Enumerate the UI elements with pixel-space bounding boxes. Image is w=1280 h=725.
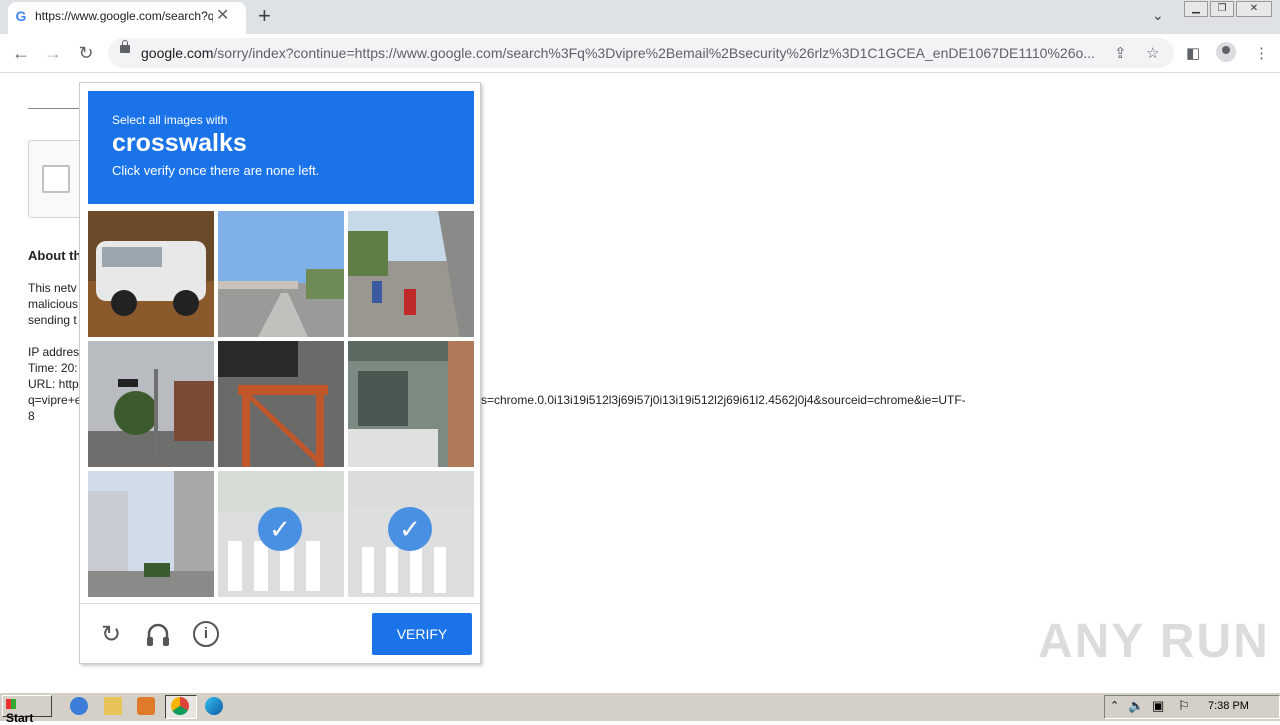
audio-headphones-icon[interactable]	[144, 621, 172, 649]
ie-icon[interactable]	[70, 697, 88, 715]
tab-title[interactable]: https://www.google.com/search?q=	[35, 9, 213, 23]
media-player-icon[interactable]	[137, 697, 155, 715]
anyrun-watermark: ANY RUN	[1038, 615, 1270, 668]
url-text[interactable]: google.com/sorry/index?continue=https://…	[141, 45, 1103, 61]
city-street-image	[88, 471, 214, 597]
captcha-tile-5[interactable]	[218, 341, 344, 467]
page-line: malicious	[28, 297, 79, 311]
headphones-shape	[147, 623, 169, 646]
tray-expand-icon[interactable]: ⌃	[1110, 699, 1119, 712]
tab-search-chevron-icon[interactable]: ⌄	[1152, 7, 1164, 24]
captcha-tile-1[interactable]	[88, 211, 214, 337]
restore-icon[interactable]: ❐	[1210, 1, 1234, 17]
captcha-dialog: Select all images with crosswalks Click …	[79, 82, 481, 664]
captcha-header: Select all images with crosswalks Click …	[88, 91, 474, 204]
captcha-instruction: Select all images with	[112, 113, 228, 127]
about-heading: About th	[28, 248, 82, 263]
windows-logo-icon	[6, 699, 16, 709]
captcha-target: crosswalks	[112, 129, 247, 157]
page-line: 8	[28, 409, 35, 423]
tab-close-icon[interactable]: ✕	[216, 7, 229, 25]
start-label: Start	[6, 711, 34, 725]
url-path: /sorry/index?continue=https://www.google…	[213, 45, 1095, 61]
volume-icon[interactable]: 🔈	[1128, 698, 1144, 714]
url-host: google.com	[141, 45, 214, 61]
selected-check-icon: ✓	[388, 507, 432, 551]
scaffold-image	[218, 341, 344, 467]
action-center-flag-icon[interactable]: ⚐	[1178, 698, 1190, 714]
menu-kebab-icon[interactable]: ⋮	[1254, 44, 1269, 62]
info-icon[interactable]: i	[193, 621, 219, 647]
traffic-light-image	[88, 341, 214, 467]
back-icon[interactable]: ←	[10, 42, 32, 64]
start-button[interactable]: Start	[2, 695, 52, 725]
minimize-icon[interactable]: ▁	[1184, 1, 1208, 17]
captcha-tile-7[interactable]	[88, 471, 214, 597]
edge-icon[interactable]	[205, 697, 223, 715]
lock-icon[interactable]	[120, 40, 130, 53]
page-line: URL: http	[28, 377, 79, 391]
network-icon[interactable]: ▣	[1152, 698, 1164, 714]
explorer-folder-icon[interactable]	[104, 697, 122, 715]
captcha-tile-6[interactable]	[348, 341, 474, 467]
window-close-icon[interactable]: ✕	[1236, 1, 1272, 17]
url-tail-text: s=chrome.0.0i13i19i512l3j69i57j0i13i19i5…	[481, 393, 966, 407]
share-icon[interactable]: ⇪	[1114, 44, 1127, 62]
chrome-icon	[171, 697, 189, 715]
captcha-subinstruction: Click verify once there are none left.	[112, 163, 320, 178]
motorcycles-image	[348, 211, 474, 337]
clock[interactable]: 7:38 PM	[1208, 700, 1249, 712]
reload-challenge-icon[interactable]: ↻	[97, 621, 125, 649]
bookmark-star-icon[interactable]: ☆	[1146, 44, 1159, 62]
page-line: sending t	[28, 313, 77, 327]
reload-icon[interactable]: ↻	[75, 42, 97, 64]
captcha-footer-divider	[80, 603, 480, 604]
info-icon-wrap[interactable]: i	[193, 621, 221, 649]
captcha-tile-4[interactable]	[88, 341, 214, 467]
new-tab-icon[interactable]: +	[258, 5, 271, 27]
page-line: q=vipre+e	[28, 393, 82, 407]
verify-button[interactable]: VERIFY	[372, 613, 472, 655]
overpass-image	[218, 211, 344, 337]
recaptcha-checkbox[interactable]	[42, 165, 70, 193]
divider	[28, 108, 80, 109]
captcha-tile-3[interactable]	[348, 211, 474, 337]
forward-icon[interactable]: →	[42, 42, 64, 64]
selected-check-icon: ✓	[258, 507, 302, 551]
google-favicon-icon: G	[15, 8, 27, 24]
page-line: This netv	[28, 281, 77, 295]
captcha-tile-2[interactable]	[218, 211, 344, 337]
suv-image	[88, 211, 214, 337]
side-panel-icon[interactable]: ◧	[1186, 44, 1200, 62]
page-line: Time: 20:	[28, 361, 78, 375]
profile-avatar-icon[interactable]	[1216, 42, 1236, 62]
page-line: IP addres	[28, 345, 80, 359]
balcony-image	[348, 341, 474, 467]
